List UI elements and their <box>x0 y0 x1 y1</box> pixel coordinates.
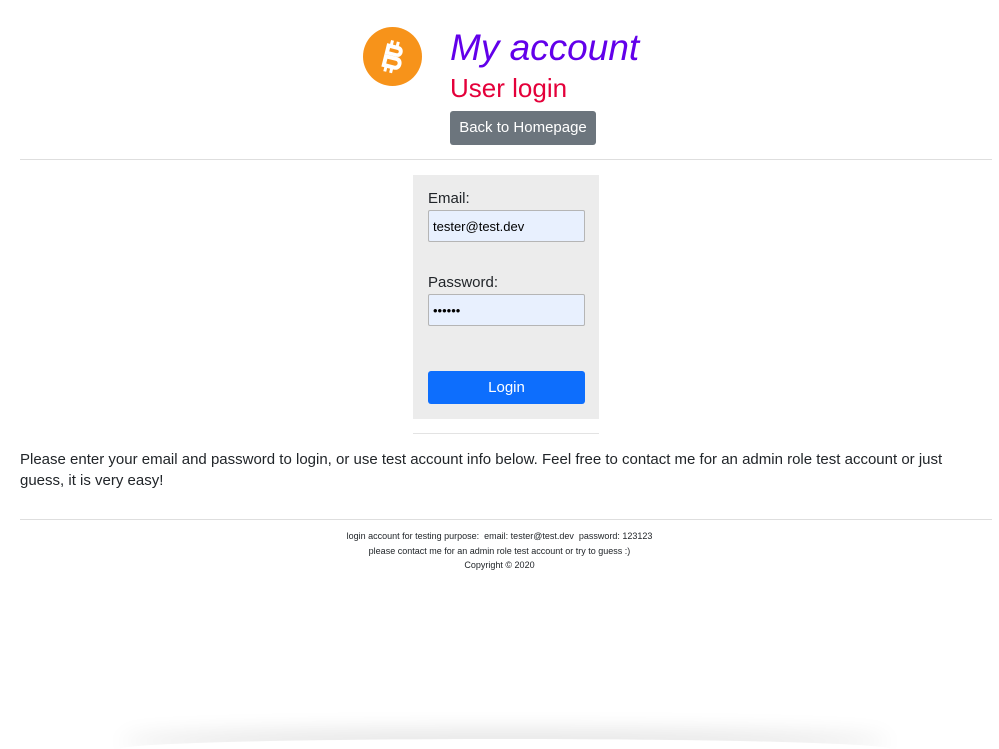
top-divider <box>20 159 992 160</box>
login-button[interactable]: Login <box>428 371 585 404</box>
login-instructions: Please enter your email and password to … <box>20 451 943 489</box>
back-to-homepage-button[interactable]: Back to Homepage <box>450 111 596 145</box>
login-page: My account User login Back to Homepage E… <box>0 0 999 749</box>
footer-test-account: login account for testing purpose: email… <box>346 531 653 541</box>
page-subtitle: User login <box>450 73 568 103</box>
bottom-shadow <box>120 739 890 749</box>
login-form: Email: Password: Login <box>413 175 599 419</box>
email-label: Email: <box>428 190 470 207</box>
footer-contact-note: please contact me for an admin role test… <box>368 545 631 556</box>
form-divider <box>413 433 599 434</box>
email-field[interactable] <box>428 210 585 242</box>
footer-divider <box>20 519 992 520</box>
bitcoin-icon <box>363 27 422 86</box>
footer-copyright: Copyright © 2020 <box>464 560 535 570</box>
page-title: My account <box>450 27 640 68</box>
footer: login account for testing purpose: email… <box>0 529 999 573</box>
password-label: Password: <box>428 274 499 291</box>
password-field[interactable] <box>428 294 585 326</box>
bitcoin-symbol <box>380 39 403 73</box>
